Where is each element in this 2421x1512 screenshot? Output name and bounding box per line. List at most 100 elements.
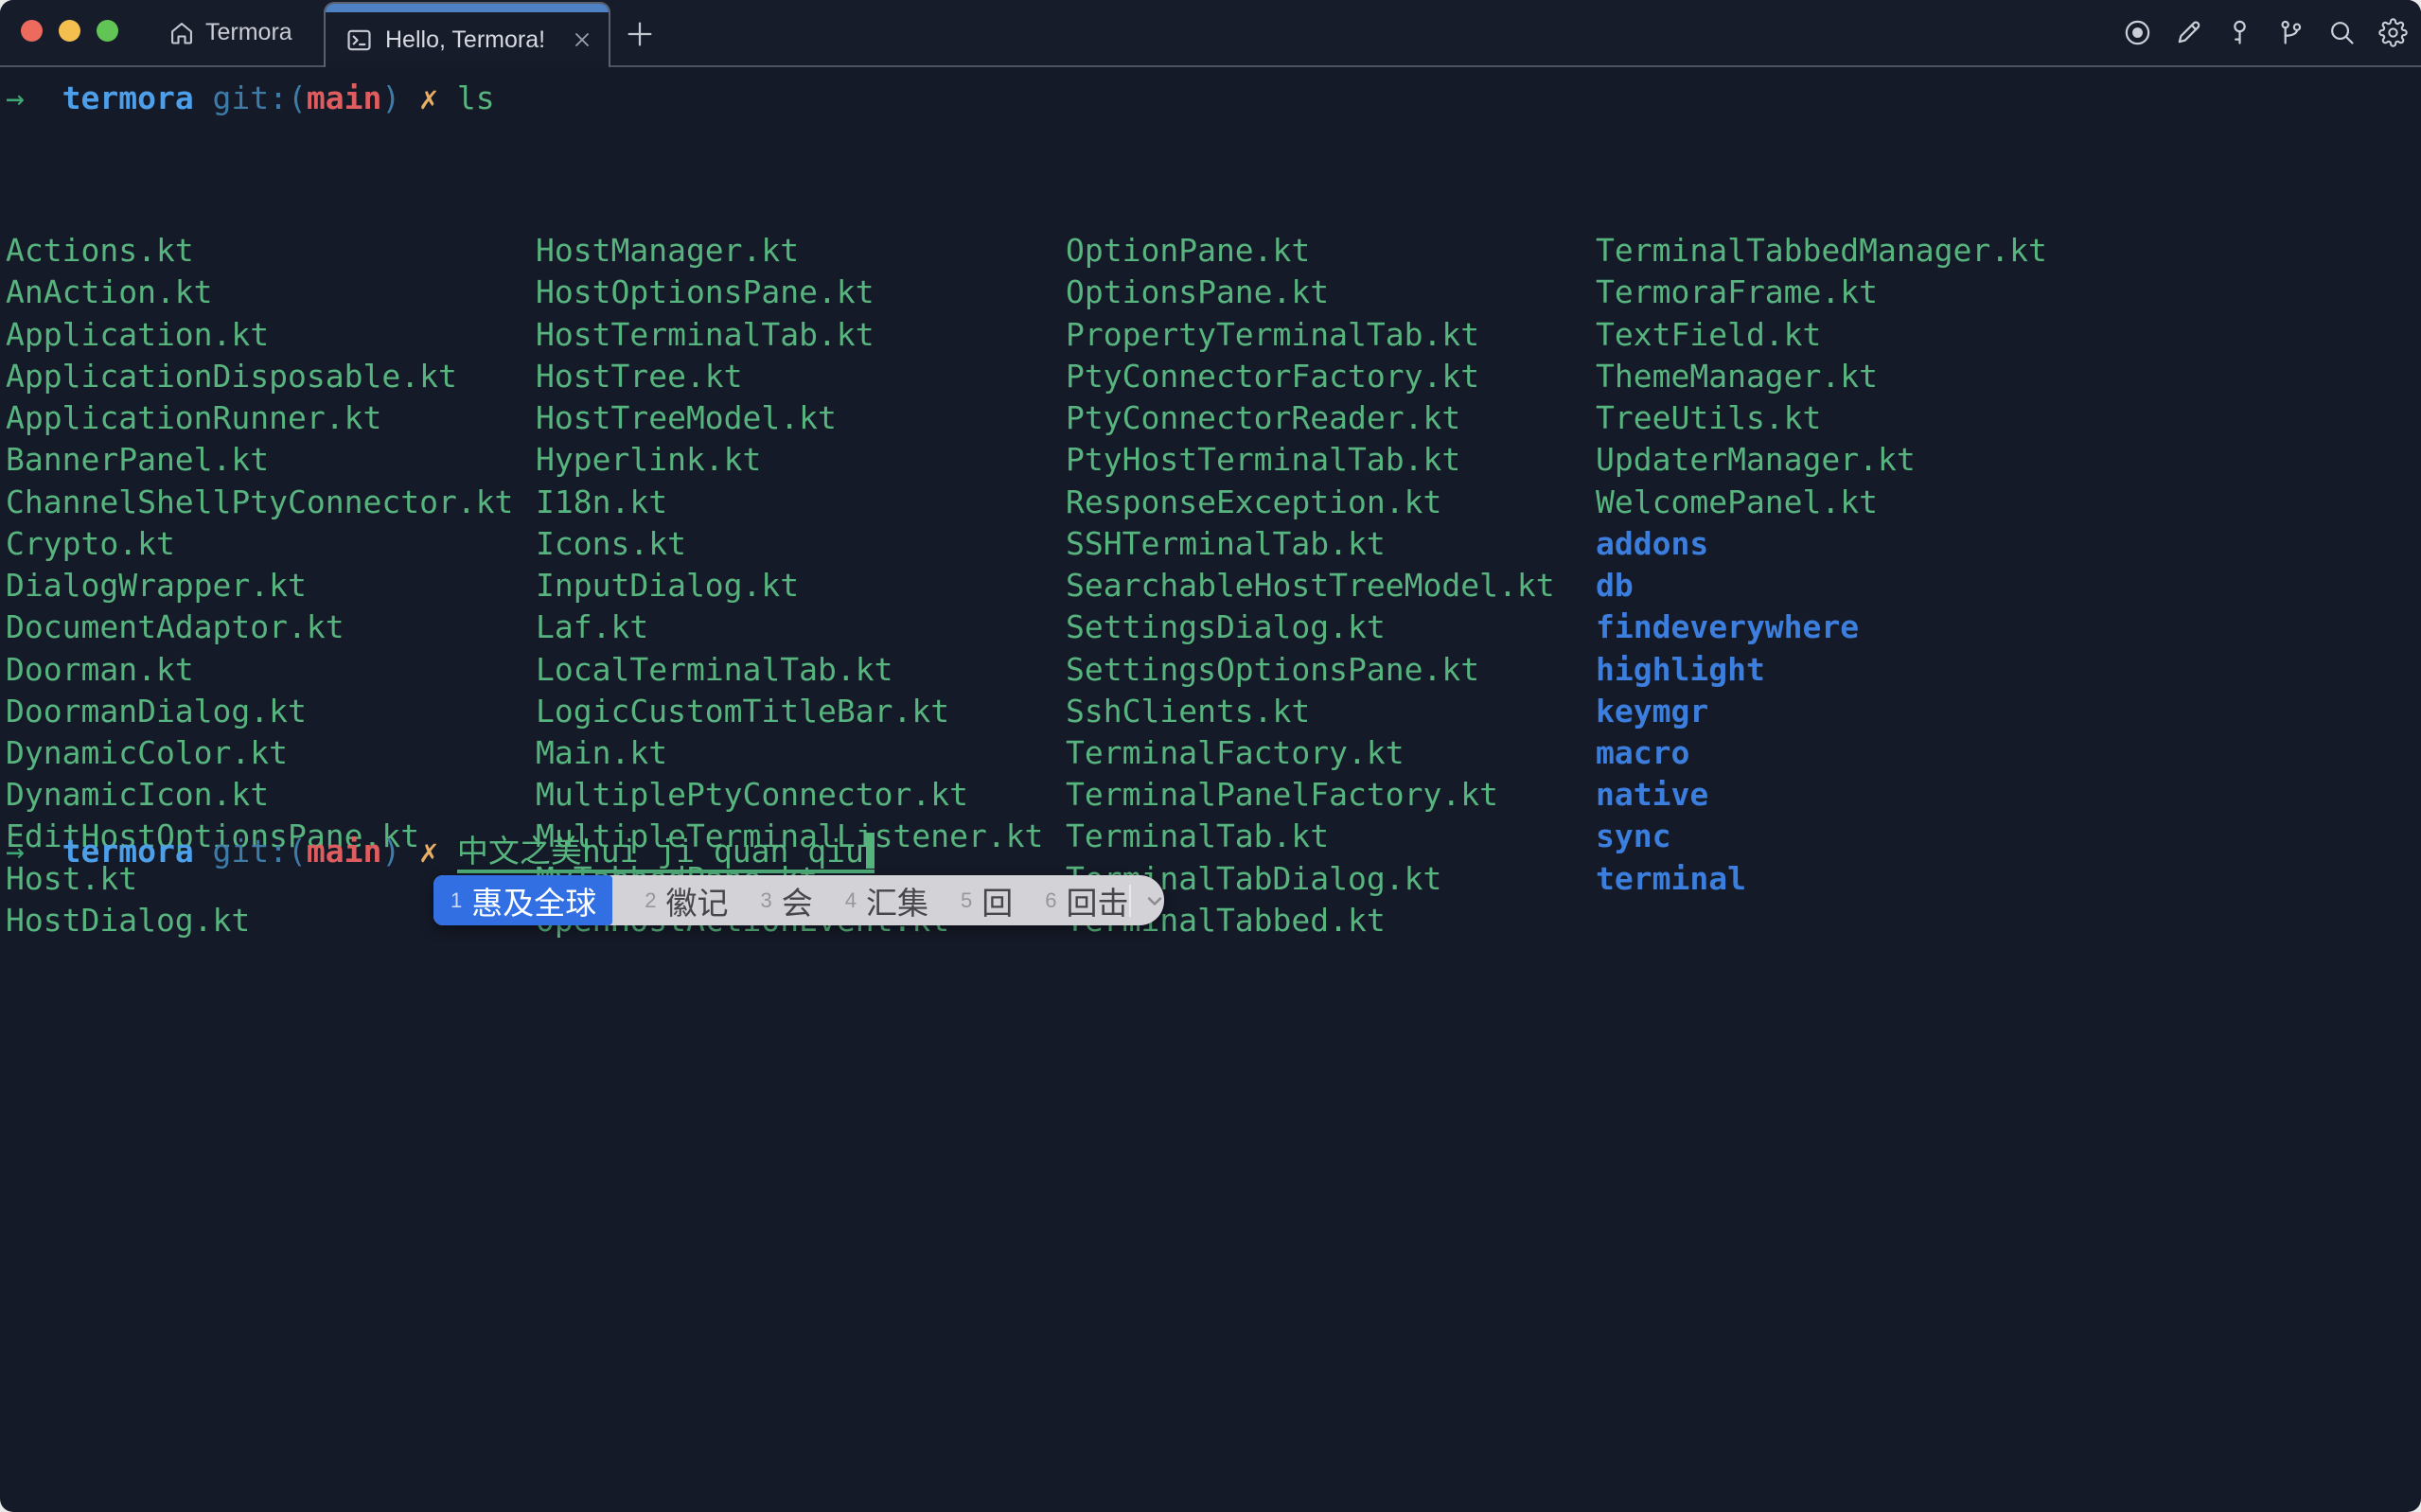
new-tab-button[interactable] <box>618 6 662 62</box>
file-entry[interactable]: ApplicationDisposable.kt <box>6 356 536 397</box>
file-entry[interactable]: TermoraFrame.kt <box>1596 272 2126 313</box>
traffic-light-close[interactable] <box>21 20 43 42</box>
search-icon[interactable] <box>2327 18 2357 47</box>
record-icon[interactable] <box>2123 18 2152 47</box>
git-dirty-mark: ✗ <box>419 833 438 870</box>
close-icon[interactable] <box>571 28 593 51</box>
gear-icon[interactable] <box>2378 18 2408 47</box>
file-entry[interactable]: Crypto.kt <box>6 523 536 565</box>
ime-composition-text[interactable]: 中文之美hui ji quan qiu <box>457 833 875 873</box>
traffic-light-zoom[interactable] <box>97 20 118 42</box>
file-entry[interactable]: DynamicIcon.kt <box>6 774 536 816</box>
file-entry[interactable]: PtyHostTerminalTab.kt <box>1066 439 1596 481</box>
file-entry[interactable]: OptionPane.kt <box>1066 230 1596 272</box>
file-entry[interactable]: I18n.kt <box>536 482 1066 523</box>
file-entry[interactable]: PropertyTerminalTab.kt <box>1066 314 1596 356</box>
branch-icon[interactable] <box>2276 18 2306 47</box>
file-entry[interactable]: InputDialog.kt <box>536 565 1066 607</box>
ime-separator <box>1129 885 1131 917</box>
file-entry[interactable]: Application.kt <box>6 314 536 356</box>
file-entry[interactable]: SettingsOptionsPane.kt <box>1066 649 1596 691</box>
candidate-text: 汇集 <box>866 878 928 923</box>
file-entry[interactable]: TerminalPanelFactory.kt <box>1066 774 1596 816</box>
candidate-number: 3 <box>761 888 772 913</box>
ls-column-1: Actions.ktAnAction.ktApplication.ktAppli… <box>6 119 536 941</box>
file-entry[interactable]: findeverywhere <box>1596 607 2126 648</box>
file-entry[interactable]: SearchableHostTreeModel.kt <box>1066 565 1596 607</box>
file-entry[interactable]: MultiplePtyConnector.kt <box>536 774 1066 816</box>
file-entry[interactable]: Actions.kt <box>6 230 536 272</box>
home-tab[interactable]: Termora <box>161 0 300 65</box>
toolbar <box>2123 0 2408 65</box>
prompt-arrow: → <box>6 79 25 116</box>
ls-column-4: TerminalTabbedManager.ktTermoraFrame.ktT… <box>1596 119 2126 900</box>
candidate-number: 2 <box>645 888 656 913</box>
git-branch: main <box>307 79 381 116</box>
home-icon <box>168 20 195 46</box>
file-entry[interactable]: OptionsPane.kt <box>1066 272 1596 313</box>
ime-candidate[interactable]: 3 会 <box>761 875 813 925</box>
file-entry[interactable]: Hyperlink.kt <box>536 439 1066 481</box>
file-entry[interactable]: terminal <box>1596 858 2126 900</box>
file-entry[interactable]: SettingsDialog.kt <box>1066 607 1596 648</box>
candidate-text: 会 <box>782 878 813 923</box>
file-entry[interactable]: ChannelShellPtyConnector.kt <box>6 482 536 523</box>
file-entry[interactable]: TextField.kt <box>1596 314 2126 356</box>
file-entry[interactable]: sync <box>1596 816 2126 857</box>
traffic-light-minimize[interactable] <box>59 20 80 42</box>
file-entry[interactable]: ResponseException.kt <box>1066 482 1596 523</box>
file-entry[interactable]: WelcomePanel.kt <box>1596 482 2126 523</box>
file-entry[interactable]: HostOptionsPane.kt <box>536 272 1066 313</box>
home-tab-label: Termora <box>205 19 292 46</box>
file-entry[interactable]: native <box>1596 774 2126 816</box>
file-entry[interactable]: HostManager.kt <box>536 230 1066 272</box>
ime-candidate[interactable]: 5 回 <box>961 875 1013 925</box>
file-entry[interactable]: Laf.kt <box>536 607 1066 648</box>
file-entry[interactable]: Doorman.kt <box>6 649 536 691</box>
chevron-down-icon[interactable] <box>1143 818 1230 984</box>
file-entry[interactable]: PtyConnectorFactory.kt <box>1066 356 1596 397</box>
file-entry[interactable]: LocalTerminalTab.kt <box>536 649 1066 691</box>
file-entry[interactable]: SshClients.kt <box>1066 691 1596 732</box>
file-entry[interactable]: DialogWrapper.kt <box>6 565 536 607</box>
ime-candidate[interactable]: 1 惠及全球 <box>433 875 612 925</box>
file-entry[interactable]: HostTerminalTab.kt <box>536 314 1066 356</box>
ime-candidate[interactable]: 2 徽记 <box>645 875 728 925</box>
file-entry[interactable]: TerminalFactory.kt <box>1066 732 1596 774</box>
terminal-screen[interactable]: →termoragit:(main)✗ls Actions.ktAnAction… <box>0 69 2421 1512</box>
file-entry[interactable]: highlight <box>1596 649 2126 691</box>
file-entry[interactable]: DynamicColor.kt <box>6 732 536 774</box>
tab-hello-termora[interactable]: Hello, Termora! <box>324 2 610 67</box>
git-dirty-mark: ✗ <box>419 79 438 116</box>
file-entry[interactable]: AnAction.kt <box>6 272 536 313</box>
file-entry[interactable]: ApplicationRunner.kt <box>6 397 536 439</box>
file-entry[interactable]: BannerPanel.kt <box>6 439 536 481</box>
file-entry[interactable]: HostTreeModel.kt <box>536 397 1066 439</box>
file-entry[interactable]: HostTree.kt <box>536 356 1066 397</box>
file-entry[interactable]: Main.kt <box>536 732 1066 774</box>
file-entry[interactable]: keymgr <box>1596 691 2126 732</box>
file-entry[interactable]: LogicCustomTitleBar.kt <box>536 691 1066 732</box>
file-entry[interactable]: SSHTerminalTab.kt <box>1066 523 1596 565</box>
file-entry[interactable]: UpdaterManager.kt <box>1596 439 2126 481</box>
candidate-text: 惠及全球 <box>471 878 596 923</box>
file-entry[interactable]: macro <box>1596 732 2126 774</box>
tab-active-accent <box>326 4 609 12</box>
file-entry[interactable]: DoormanDialog.kt <box>6 691 536 732</box>
file-entry[interactable]: addons <box>1596 523 2126 565</box>
file-entry[interactable]: ThemeManager.kt <box>1596 356 2126 397</box>
file-entry[interactable]: TreeUtils.kt <box>1596 397 2126 439</box>
ime-candidate[interactable]: 4 汇集 <box>845 875 928 925</box>
file-entry[interactable]: DocumentAdaptor.kt <box>6 607 536 648</box>
candidate-text: 徽记 <box>666 878 729 923</box>
candidate-number: 4 <box>845 888 857 913</box>
file-entry[interactable]: db <box>1596 565 2126 607</box>
file-entry[interactable]: PtyConnectorReader.kt <box>1066 397 1596 439</box>
file-entry[interactable]: TerminalTabbedManager.kt <box>1596 230 2126 272</box>
ime-candidate-bar: 1 惠及全球 2 徽记 3 会 4 汇集 5 回 6 回击 <box>433 875 1164 925</box>
file-entry[interactable]: Icons.kt <box>536 523 1066 565</box>
ime-candidate[interactable]: 6 回击 <box>1045 875 1128 925</box>
prompt-line-1: →termoragit:(main)✗ls <box>6 78 495 119</box>
pencil-icon[interactable] <box>2174 18 2203 47</box>
key-icon[interactable] <box>2225 18 2254 47</box>
